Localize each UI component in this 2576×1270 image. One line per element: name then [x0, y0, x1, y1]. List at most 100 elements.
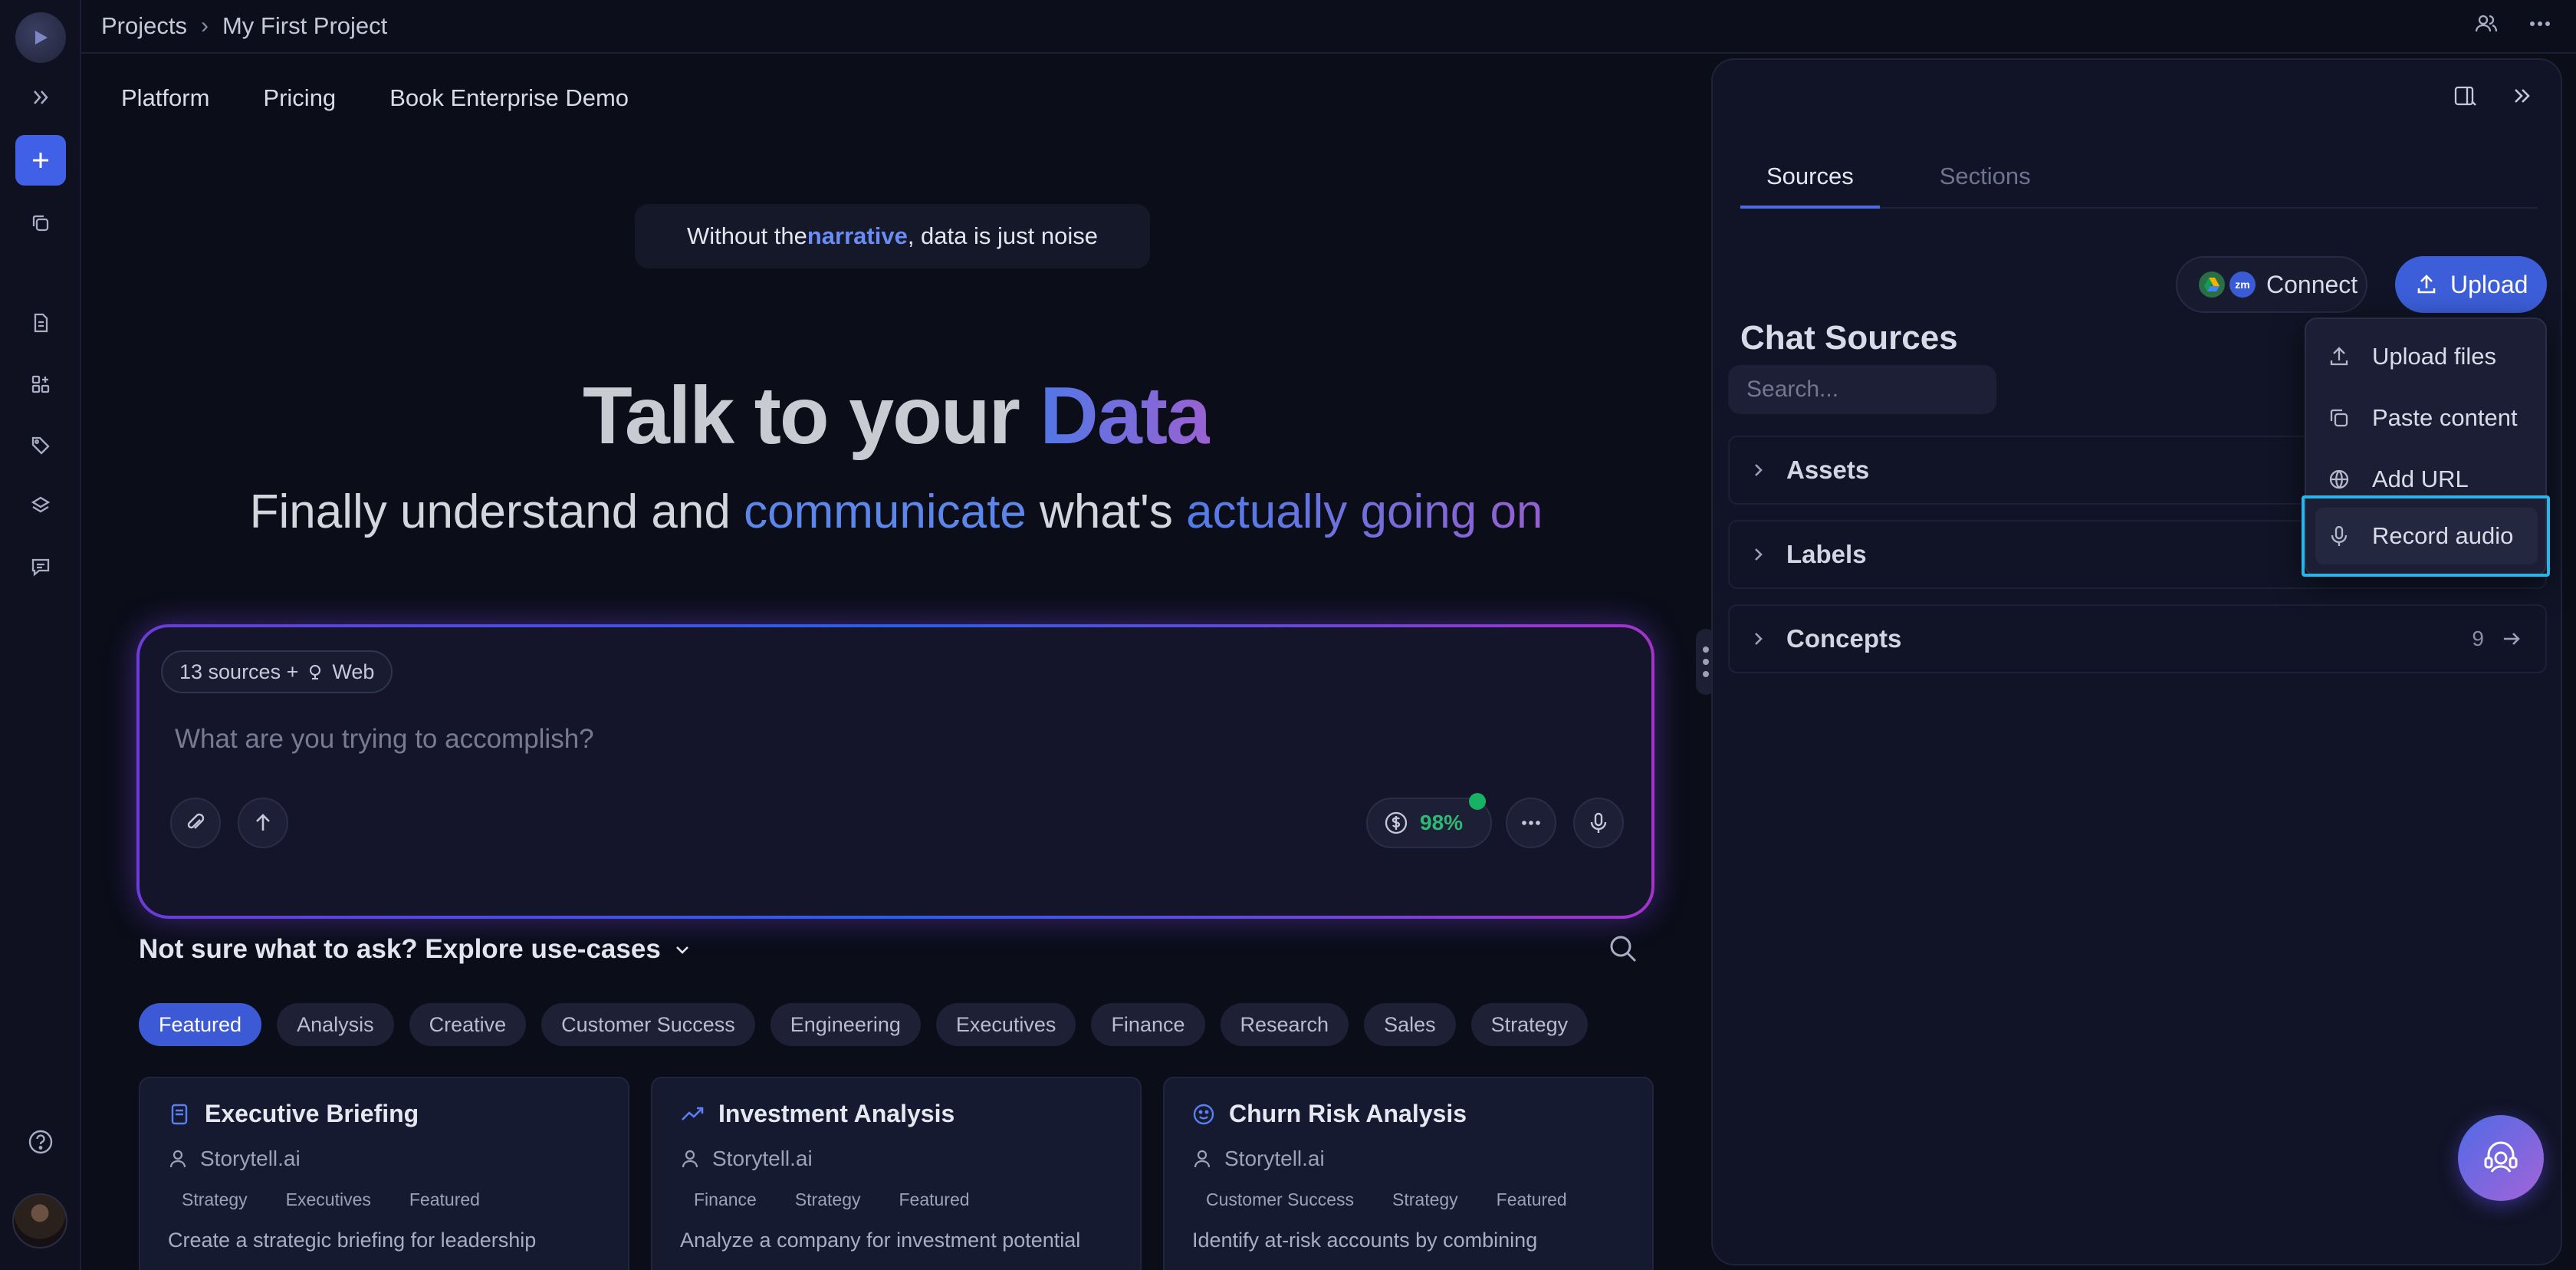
use-case-card[interactable]: Churn Risk Analysis Storytell.ai Custome… — [1163, 1077, 1654, 1270]
accordion-label: Labels — [1786, 540, 1867, 568]
tab-sources[interactable]: Sources — [1740, 163, 1880, 209]
card-tag: Executives — [285, 1189, 371, 1209]
use-case-card[interactable]: Executive Briefing Storytell.ai Strategy… — [139, 1077, 629, 1270]
card-tag: Strategy — [1392, 1189, 1458, 1209]
card-description: Identify at-risk accounts by combining — [1192, 1229, 1538, 1252]
filter-finance[interactable]: Finance — [1091, 1003, 1205, 1046]
help-icon[interactable] — [15, 1117, 66, 1167]
upload-label: Upload — [2450, 270, 2528, 298]
users-icon[interactable] — [2473, 11, 2499, 37]
tagline-highlight: narrative — [807, 222, 908, 249]
menu-upload-files[interactable]: Upload files — [2306, 328, 2545, 385]
nav-pricing[interactable]: Pricing — [263, 84, 336, 112]
menu-record-audio[interactable]: Record audio — [2315, 508, 2538, 564]
hero-sub-accent-2: actually going on — [1186, 485, 1543, 538]
hero-title-accent: Data — [1040, 370, 1211, 461]
accordion-label: Assets — [1786, 456, 1870, 484]
panel-tabs: Sources Sections — [1740, 163, 2538, 209]
card-tag: Featured — [1496, 1189, 1567, 1209]
nav-book-demo[interactable]: Book Enterprise Demo — [389, 84, 629, 112]
arrow-up-icon — [256, 814, 270, 831]
microphone-icon — [1590, 812, 1607, 833]
card-tag: Featured — [409, 1189, 480, 1209]
connect-button[interactable]: zm Connect — [2176, 256, 2367, 313]
filter-sales[interactable]: Sales — [1364, 1003, 1456, 1046]
filter-engineering[interactable]: Engineering — [770, 1003, 921, 1046]
menu-item-label: Paste content — [2372, 404, 2518, 431]
tab-sections[interactable]: Sections — [1914, 163, 2057, 209]
credit-indicator[interactable]: 98% — [1366, 793, 1492, 848]
ellipsis-icon — [1522, 821, 1540, 825]
tagline-text: Without the — [687, 222, 807, 249]
apps-icon[interactable] — [15, 359, 66, 410]
card-author: Storytell.ai — [1224, 1147, 1325, 1170]
sources-search-input[interactable]: Search... — [1728, 365, 1996, 414]
tag-icon[interactable] — [15, 420, 66, 471]
menu-item-label: Add URL — [2372, 466, 2469, 492]
sources-chip[interactable]: 13 sources + Web — [161, 650, 393, 693]
new-chat-button[interactable] — [15, 135, 66, 186]
microphone-icon — [2331, 525, 2348, 546]
upload-menu: Upload files Paste content Add URL Recor… — [2305, 318, 2547, 577]
filter-research[interactable]: Research — [1220, 1003, 1349, 1046]
copy-icon — [2330, 409, 2348, 427]
card-title: Churn Risk Analysis — [1229, 1100, 1467, 1127]
search-icon[interactable] — [1607, 933, 1639, 965]
microphone-button[interactable] — [1573, 798, 1624, 848]
sources-count: 13 sources + — [179, 660, 299, 683]
explore-dropdown[interactable]: Not sure what to ask? Explore use-cases — [139, 934, 692, 965]
collapse-panel-icon[interactable] — [2509, 83, 2535, 109]
accordion-concepts[interactable]: Concepts 9 — [1728, 604, 2547, 673]
card-title: Investment Analysis — [718, 1100, 955, 1127]
filter-executives[interactable]: Executives — [935, 1003, 1076, 1046]
card-title: Executive Briefing — [205, 1100, 419, 1127]
drive-logo-icon — [2199, 271, 2225, 298]
user-icon — [1194, 1150, 1211, 1168]
explore-title: Not sure what to ask? Explore use-cases — [139, 934, 661, 964]
nav-platform[interactable]: Platform — [121, 84, 209, 112]
upload-button[interactable]: Upload — [2395, 256, 2547, 313]
app-logo-icon[interactable] — [15, 12, 66, 63]
web-label: Web — [332, 660, 375, 683]
filter-creative[interactable]: Creative — [409, 1003, 527, 1046]
smile-icon — [1193, 1104, 1214, 1124]
prompt-input[interactable]: What are you trying to accomplish? — [175, 724, 594, 755]
zoom-logo-icon: zm — [2229, 271, 2256, 298]
breadcrumb-projects[interactable]: Projects — [101, 12, 187, 40]
accordion-label: Concepts — [1786, 624, 1902, 653]
more-options-icon[interactable] — [2527, 11, 2553, 37]
chevron-right-icon — [1750, 630, 1766, 647]
use-case-cards: Executive Briefing Storytell.ai Strategy… — [139, 1077, 1654, 1270]
menu-paste-content[interactable]: Paste content — [2306, 390, 2545, 446]
expand-sidebar-icon[interactable] — [15, 72, 66, 123]
accordion-count: 9 — [2472, 627, 2484, 650]
support-assistant-button[interactable] — [2458, 1115, 2544, 1201]
split-view-icon[interactable] — [2452, 83, 2478, 109]
hero-sub-text: Finally understand and — [249, 485, 744, 538]
document-icon[interactable] — [15, 298, 66, 348]
sources-panel: Sources Sections Chat Sources zm Connect… — [1711, 58, 2562, 1265]
filter-customer-success[interactable]: Customer Success — [541, 1003, 755, 1046]
breadcrumb: Projects › My First Project — [101, 12, 387, 40]
copy-icon[interactable] — [15, 198, 66, 248]
credit-percent: 98% — [1420, 811, 1464, 834]
more-button[interactable] — [1506, 798, 1556, 848]
filter-analysis[interactable]: Analysis — [277, 1003, 394, 1046]
hero-sub-text-2: what's — [1026, 485, 1187, 538]
filter-chips: Featured Analysis Creative Customer Succ… — [139, 1003, 1589, 1046]
breadcrumb-current[interactable]: My First Project — [222, 12, 387, 40]
menu-add-url[interactable]: Add URL — [2306, 451, 2545, 508]
filter-featured[interactable]: Featured — [139, 1003, 262, 1046]
card-author: Storytell.ai — [200, 1147, 301, 1170]
layers-icon[interactable] — [15, 480, 66, 531]
user-avatar[interactable] — [12, 1193, 67, 1249]
upload-arrow-button[interactable] — [238, 798, 288, 848]
filter-strategy[interactable]: Strategy — [1470, 1003, 1589, 1046]
attach-button[interactable] — [170, 798, 221, 848]
chat-icon[interactable] — [15, 541, 66, 592]
use-case-card[interactable]: Investment Analysis Storytell.ai Finance… — [651, 1077, 1142, 1270]
hero-sub-accent-1: communicate — [744, 485, 1027, 538]
arrow-right-icon[interactable] — [2501, 628, 2522, 650]
prompt-box: 13 sources + Web What are you trying to … — [136, 624, 1654, 919]
card-author: Storytell.ai — [712, 1147, 813, 1170]
